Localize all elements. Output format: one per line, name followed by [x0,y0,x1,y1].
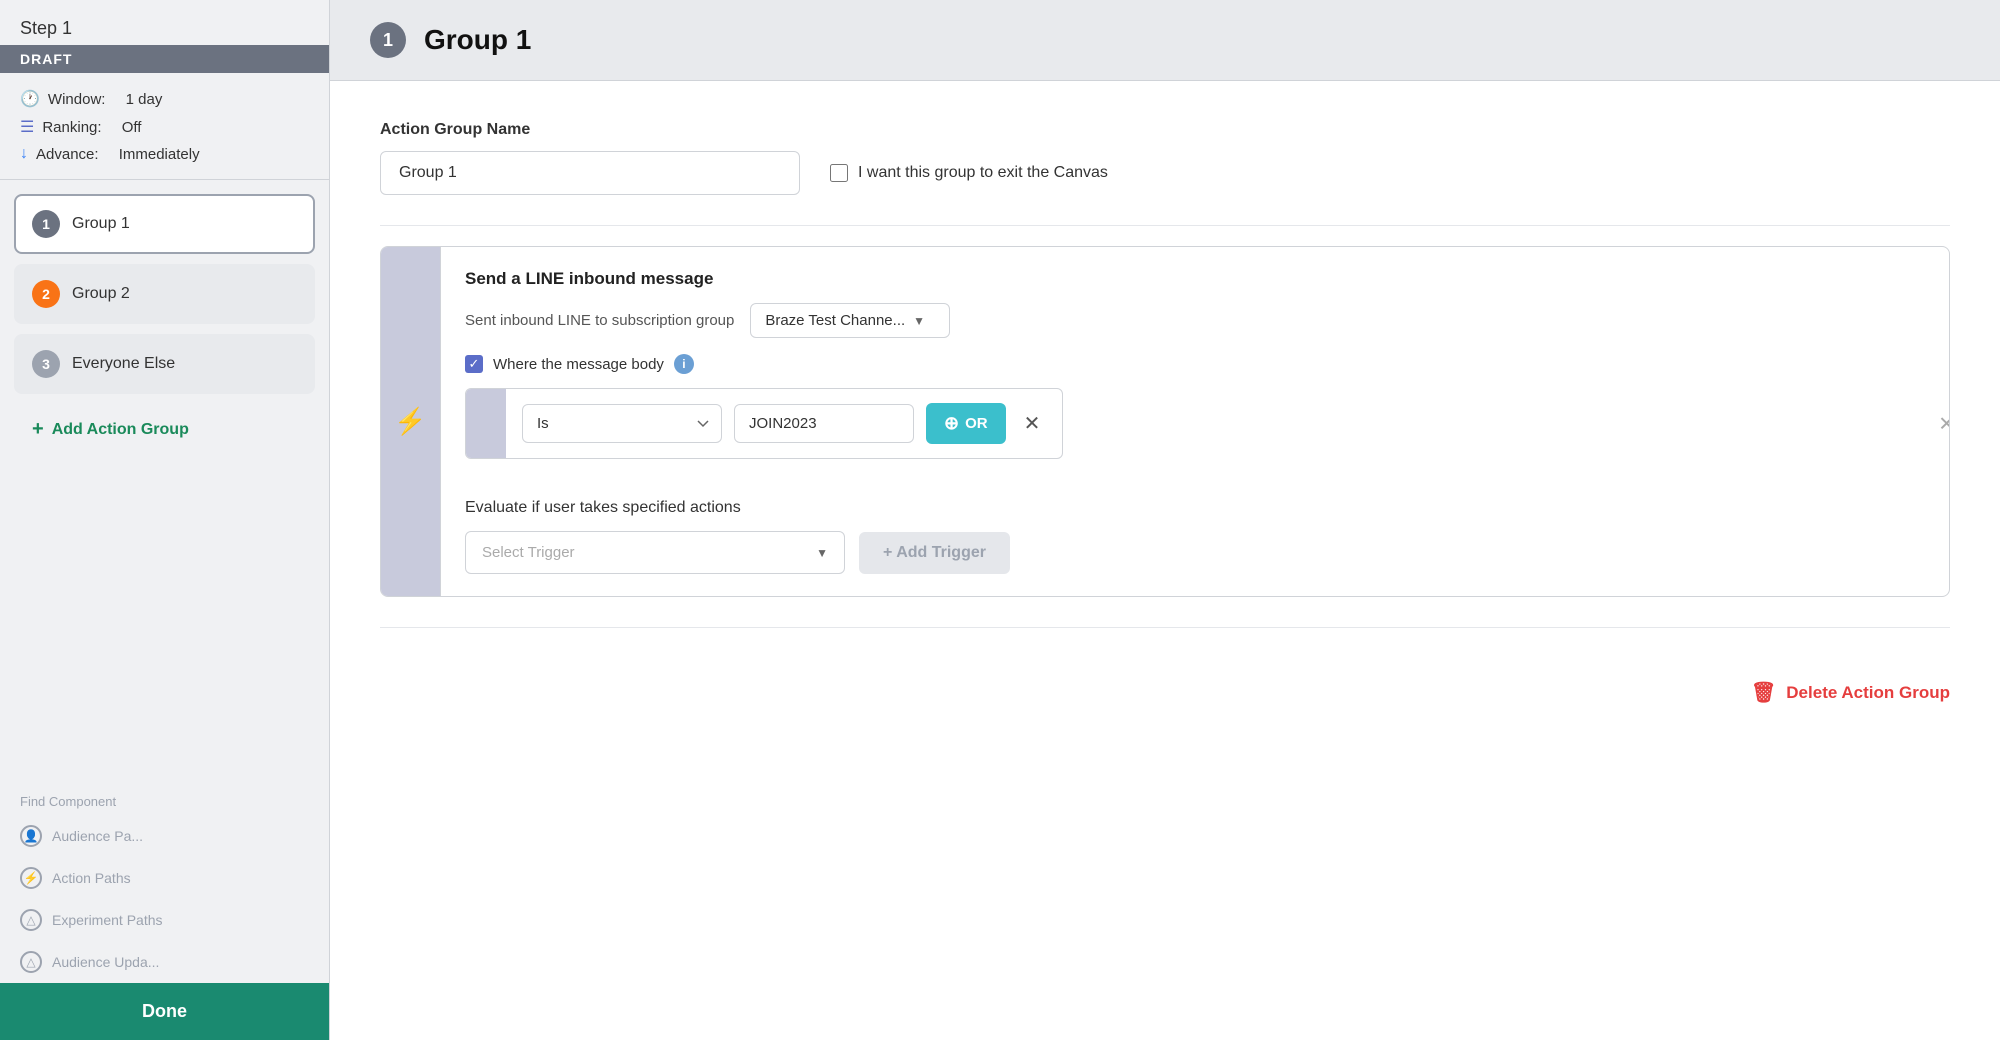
exit-canvas-row: I want this group to exit the Canvas [830,164,1108,182]
advance-meta: ↓ Advance: Immediately [20,145,309,163]
nav-experiment-paths[interactable]: △ Experiment Paths [0,899,329,941]
divider-1 [380,225,1950,226]
audience-paths-icon: 👤 [20,825,42,847]
add-trigger-label: + Add Trigger [883,544,986,562]
filter-row: Is Is not Contains Does not contain ⊕ OR [465,388,1063,459]
action-card: ⚡ Send a LINE inbound message Sent inbou… [380,246,1950,597]
add-action-group-button[interactable]: + Add Action Group [14,404,315,455]
sidebar-item-everyone-else[interactable]: 3 Everyone Else [14,334,315,394]
nav-action-paths[interactable]: ⚡ Action Paths [0,857,329,899]
nav-action-paths-label: Action Paths [52,870,131,886]
exit-canvas-label: I want this group to exit the Canvas [858,164,1108,182]
advance-label: Advance: [36,146,99,163]
bottom-action: 🗑 Delete Action Group [380,648,1950,717]
main-panel: 1 Group 1 Action Group Name I want this … [330,0,2000,1040]
message-body-checkbox[interactable]: ✓ [465,355,483,373]
chevron-down-icon: ▼ [913,314,925,328]
sidebar: Step 1 DRAFT 🕐 Window: 1 day ☰ Ranking: … [0,0,330,1040]
trigger-section: Evaluate if user takes specified actions… [465,479,1925,574]
experiment-paths-icon: △ [20,909,42,931]
sidebar-item-group2[interactable]: 2 Group 2 [14,264,315,324]
remove-filter-icon[interactable]: ✕ [1018,411,1047,436]
trigger-row: Select Trigger ▼ + Add Trigger [465,531,1925,574]
ranking-icon: ☰ [20,117,34,137]
lightning-column: ⚡ [381,247,441,596]
audience-update-icon: △ [20,951,42,973]
nav-audience-update-label: Audience Upda... [52,954,159,970]
sidebar-bottom: Find Component 👤 Audience Pa... ⚡ Action… [0,788,329,1040]
action-paths-icon: ⚡ [20,867,42,889]
subscription-value: Braze Test Channe... [765,312,905,329]
group1-number-wrap: 1 [32,210,60,238]
trigger-placeholder: Select Trigger [482,544,575,561]
everyone-else-label: Everyone Else [72,355,175,373]
main-header: 1 Group 1 [330,0,2000,81]
action-card-title: Send a LINE inbound message [465,269,1925,289]
divider-2 [380,627,1950,628]
select-trigger-dropdown[interactable]: Select Trigger ▼ [465,531,845,574]
window-meta: 🕐 Window: 1 day [20,89,309,109]
advance-icon: ↓ [20,145,28,163]
exit-canvas-checkbox[interactable] [830,164,848,182]
add-icon: + [32,418,44,441]
add-action-group-label: Add Action Group [52,421,189,439]
ranking-label: Ranking: [42,119,101,136]
everyone-else-number: 3 [32,350,60,378]
name-row: I want this group to exit the Canvas [380,151,1950,195]
group2-label: Group 2 [72,285,130,303]
sidebar-item-group1[interactable]: 1 Group 1 [14,194,315,254]
action-group-name-label: Action Group Name [380,121,1950,139]
add-trigger-button[interactable]: + Add Trigger [859,532,1010,574]
filter-content: Is Is not Contains Does not contain ⊕ OR [506,389,1062,458]
main-body: Action Group Name I want this group to e… [330,81,2000,1040]
done-button[interactable]: Done [0,983,329,1040]
filter-operator-select[interactable]: Is Is not Contains Does not contain [522,404,722,443]
window-label: Window: [48,91,106,108]
group-list: 1 Group 1 2 Group 2 3 Everyone Else + Ad… [0,180,329,455]
or-label: OR [965,415,988,432]
action-card-inner: ⚡ Send a LINE inbound message Sent inbou… [381,247,1949,596]
group-name-input[interactable] [380,151,800,195]
delete-group-label: Delete Action Group [1786,683,1950,703]
advance-value: Immediately [119,146,200,163]
message-body-row: ✓ Where the message body i [465,354,1925,374]
main-header-title: Group 1 [424,24,531,56]
header-group-number: 1 [370,22,406,58]
draft-badge: DRAFT [0,45,329,73]
group1-number: 1 [32,210,60,238]
or-button[interactable]: ⊕ OR [926,403,1006,444]
outer-close-icon[interactable]: ✕ [1938,411,1950,436]
ranking-meta: ☰ Ranking: Off [20,117,309,137]
trigger-chevron-down-icon: ▼ [816,546,828,560]
action-card-right: Send a LINE inbound message Sent inbound… [441,247,1949,596]
nav-audience-paths[interactable]: 👤 Audience Pa... [0,815,329,857]
lightning-icon: ⚡ [394,406,426,437]
nav-experiment-paths-label: Experiment Paths [52,912,163,928]
group1-label: Group 1 [72,215,130,233]
trash-icon: 🗑 [1751,680,1776,705]
subscription-row: Sent inbound LINE to subscription group … [465,303,1925,338]
nav-audience-paths-label: Audience Pa... [52,828,143,844]
subscription-dropdown[interactable]: Braze Test Channe... ▼ [750,303,950,338]
clock-icon: 🕐 [20,89,40,109]
everyone-else-number-wrap: 3 [32,350,60,378]
message-body-label: Where the message body [493,356,664,373]
delete-action-group-button[interactable]: 🗑 Delete Action Group [1751,668,1950,717]
info-icon[interactable]: i [674,354,694,374]
nav-audience-update[interactable]: △ Audience Upda... [0,941,329,983]
ranking-value: Off [122,119,142,136]
sidebar-section-label: Find Component [0,788,329,815]
step-label: Step 1 [0,0,329,39]
filter-value-input[interactable] [734,404,914,443]
subscription-label: Sent inbound LINE to subscription group [465,312,734,329]
window-value: 1 day [126,91,163,108]
group2-number-wrap: 2 [32,280,60,308]
trigger-section-label: Evaluate if user takes specified actions [465,499,1925,517]
plus-icon: ⊕ [944,413,959,434]
group2-number: 2 [32,280,60,308]
filter-left-bar [466,389,506,458]
sidebar-meta: 🕐 Window: 1 day ☰ Ranking: Off ↓ Advance… [0,73,329,180]
